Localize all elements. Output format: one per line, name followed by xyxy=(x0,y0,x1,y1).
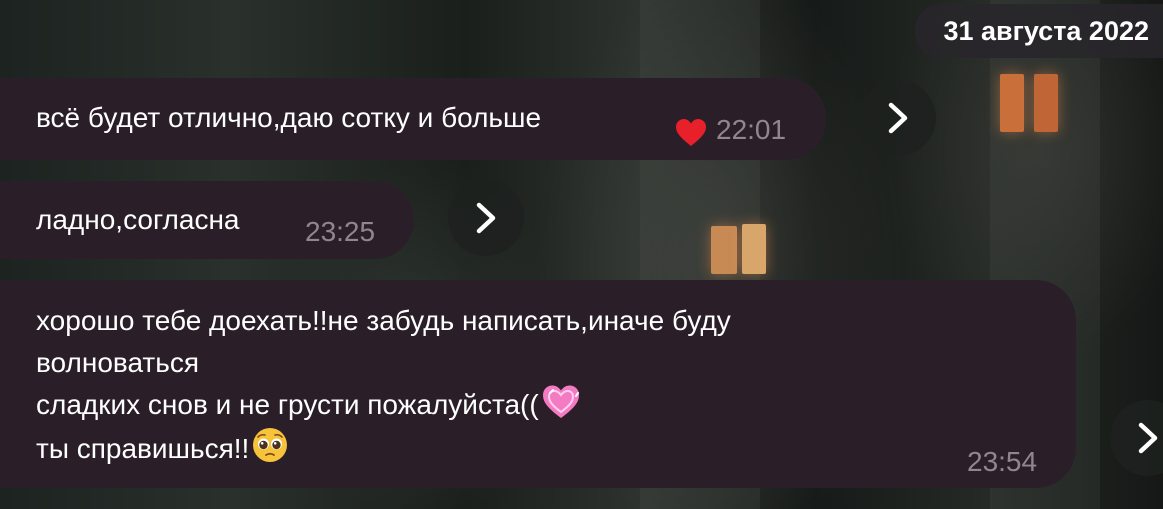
message-line-with-emoji: сладких снов и не грусти пожалуйста(( xyxy=(36,384,731,426)
message-time: 23:25 xyxy=(305,216,376,247)
message-line: волноваться xyxy=(36,347,199,378)
message-line: ты справишься!! xyxy=(36,433,250,464)
forward-button[interactable] xyxy=(860,80,936,156)
message-text: ладно,согласна xyxy=(36,199,240,241)
message-line: хорошо тебе доехать!!не забудь написать,… xyxy=(36,305,731,336)
wallpaper-lit-window xyxy=(711,226,737,274)
message-line-with-emoji: ты справишься!! xyxy=(36,426,731,468)
wallpaper-lit-window xyxy=(742,224,766,274)
message-text: хорошо тебе доехать!!не забудь написать,… xyxy=(36,300,731,468)
forward-button[interactable] xyxy=(448,180,524,256)
red-heart-reaction-icon[interactable] xyxy=(675,118,707,148)
message-line: сладких снов и не грусти пожалуйста(( xyxy=(36,389,539,420)
forward-button[interactable] xyxy=(1110,400,1163,476)
chevron-right-icon xyxy=(476,202,496,234)
date-header: 31 августа 2022 xyxy=(915,4,1163,58)
message-bubble[interactable]: ладно,согласна 23:25 xyxy=(0,181,414,259)
wallpaper-lit-window xyxy=(1000,74,1024,132)
message-time: 22:01 xyxy=(716,114,787,145)
pink-heart-emoji-icon xyxy=(541,384,581,432)
pleading-face-emoji-icon xyxy=(251,426,289,476)
message-line: всё будет отлично,даю сотку и больше xyxy=(36,102,542,133)
wallpaper-lit-window xyxy=(1034,74,1058,132)
message-line: ладно,согласна xyxy=(36,204,240,235)
chevron-right-icon xyxy=(888,102,908,134)
message-bubble[interactable]: хорошо тебе доехать!!не забудь написать,… xyxy=(0,280,1076,488)
message-text: всё будет отлично,даю сотку и больше xyxy=(36,97,541,139)
message-bubble[interactable]: всё будет отлично,даю сотку и больше 22:… xyxy=(0,78,826,160)
chevron-right-icon xyxy=(1138,422,1158,454)
message-time: 23:54 xyxy=(967,446,1038,477)
